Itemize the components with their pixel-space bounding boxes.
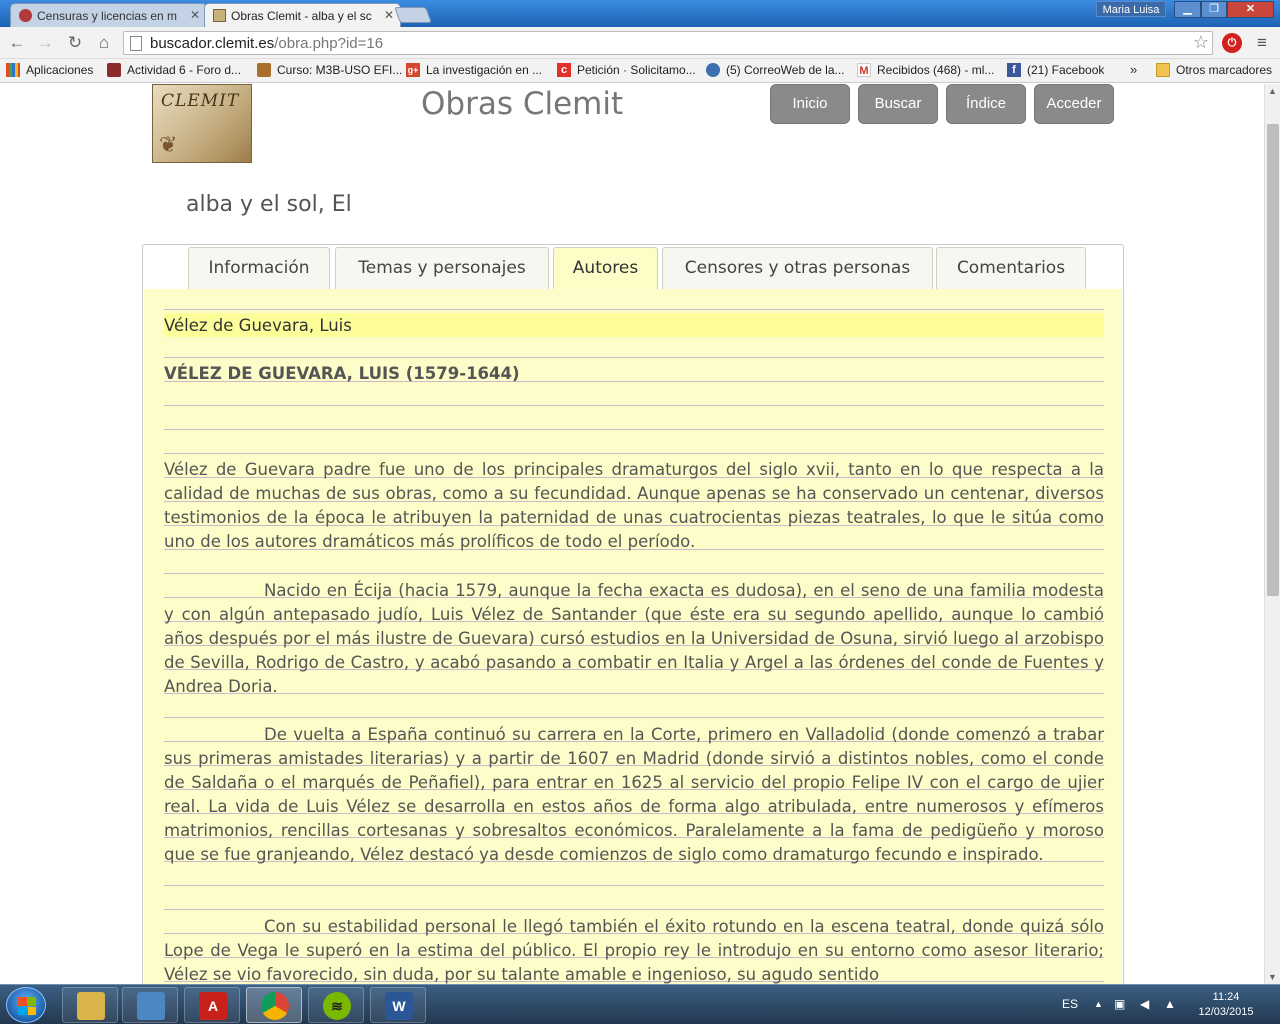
nav-acceder-button[interactable]: Acceder <box>1034 84 1114 124</box>
browser-tab-obras-clemit[interactable]: Obras Clemit - alba y el sc ✕ <box>204 3 401 27</box>
address-bar[interactable]: buscador.clemit.es/obra.php?id=16 ☆ <box>123 31 1213 55</box>
ornament-icon: ❦ <box>159 132 178 157</box>
browser-tab-title: Censuras y licencias en m <box>37 9 178 23</box>
browser-toolbar: ← → ↻ ⌂ buscador.clemit.es/obra.php?id=1… <box>0 27 1280 59</box>
page-viewport: CLEMIT ❦ Obras Clemit Inicio Buscar Índi… <box>0 84 1264 984</box>
facebook-icon: f <box>1007 63 1021 77</box>
scroll-thumb[interactable] <box>1267 124 1279 596</box>
page-icon <box>130 36 142 51</box>
scroll-down-arrow-icon[interactable]: ▼ <box>1268 972 1277 982</box>
tab-close-icon[interactable]: ✕ <box>190 8 200 22</box>
clemit-logo[interactable]: CLEMIT ❦ <box>152 84 252 163</box>
clemit-favicon-icon <box>213 9 226 22</box>
spotify-icon: ≋ <box>323 992 351 1020</box>
back-arrow-icon[interactable]: ← <box>6 33 28 53</box>
bookmark-aplicaciones[interactable]: Aplicaciones <box>6 63 93 77</box>
reload-icon[interactable]: ↻ <box>64 33 86 53</box>
bookmark-correoweb[interactable]: (5) CorreoWeb de la... <box>706 63 845 77</box>
network-icon[interactable]: ▣ <box>1114 997 1125 1011</box>
tab-censores-y-otras-personas[interactable]: Censores y otras personas <box>662 247 933 289</box>
bio-paragraph: Nacido en Écija (hacia 1579, aunque la f… <box>164 581 1104 696</box>
site-title: Obras Clemit <box>421 86 624 122</box>
bookmark-peticion[interactable]: c Petición · Solicitamo... <box>557 63 696 77</box>
bookmark-investigacion[interactable]: g+ La investigación en ... <box>406 63 542 77</box>
new-tab-button[interactable] <box>394 7 432 23</box>
change-org-icon: c <box>557 63 571 77</box>
bio-paragraph: Vélez de Guevara padre fue uno de los pr… <box>164 460 1104 551</box>
work-tab-panel: Información Temas y personajes Autores C… <box>142 244 1124 984</box>
taskbar-chrome[interactable] <box>246 987 302 1023</box>
apps-grid-icon <box>6 63 20 77</box>
window-close-button[interactable]: ✕ <box>1227 1 1274 18</box>
google-drive-icon[interactable]: ▲ <box>1164 997 1176 1011</box>
tab-temas-y-personajes[interactable]: Temas y personajes <box>335 247 549 289</box>
bio-paragraph: De vuelta a España continuó su carrera e… <box>164 725 1104 864</box>
mail-icon <box>706 63 720 77</box>
browser-tab-censuras[interactable]: Censuras y licencias en m ✕ <box>10 3 207 27</box>
logo-text: CLEMIT <box>161 91 240 111</box>
bookmark-gmail[interactable]: M Recibidos (468) - ml... <box>857 63 994 77</box>
google-plus-icon: g+ <box>406 63 420 77</box>
nav-indice-button[interactable]: Índice <box>946 84 1026 124</box>
tab-autores[interactable]: Autores <box>553 247 658 290</box>
taskbar-explorer[interactable] <box>62 987 118 1023</box>
browser-titlebar: Censuras y licencias en m ✕ Obras Clemit… <box>0 0 1280 27</box>
bookmarks-overflow-chevron[interactable]: » <box>1130 62 1137 77</box>
start-button[interactable] <box>6 987 46 1023</box>
tab-comentarios[interactable]: Comentarios <box>936 247 1086 289</box>
site-favicon-icon <box>19 9 32 22</box>
volume-icon[interactable]: ◀ <box>1140 997 1149 1011</box>
language-indicator[interactable]: ES <box>1062 997 1078 1011</box>
moodle-icon <box>257 63 271 77</box>
folder-icon <box>1156 63 1170 77</box>
gmail-icon: M <box>857 63 871 77</box>
explorer-icon <box>77 992 105 1020</box>
bookmark-star-icon[interactable]: ☆ <box>1193 32 1209 53</box>
nav-inicio-button[interactable]: Inicio <box>770 84 850 124</box>
taskbar-spotify[interactable]: ≋ <box>308 987 364 1023</box>
window-minimize-button[interactable]: ▁ <box>1174 1 1201 18</box>
adblock-extension-icon[interactable]: ⏻ <box>1222 33 1242 53</box>
bookmarks-bar: Aplicaciones Actividad 6 - Foro d... Cur… <box>0 59 1280 83</box>
taskbar-acrobat[interactable]: A <box>184 987 240 1023</box>
tab-close-icon[interactable]: ✕ <box>384 8 394 22</box>
moodle-icon <box>107 63 121 77</box>
home-icon[interactable]: ⌂ <box>93 33 115 53</box>
chrome-icon <box>261 992 289 1020</box>
clock-time: 11:24 <box>1212 991 1240 1003</box>
taskbar-clock[interactable]: 11:24 12/03/2015 <box>1186 990 1266 1020</box>
bookmark-folder-otros[interactable]: Otros marcadores <box>1156 63 1272 77</box>
bio-paragraph: Con su estabilidad personal le llegó tam… <box>164 917 1104 984</box>
chrome-menu-icon[interactable]: ≡ <box>1252 33 1272 53</box>
photo-viewer-icon <box>137 992 165 1020</box>
bookmark-curso-m3b[interactable]: Curso: M3B-USO EFI... <box>257 63 402 77</box>
address-url[interactable]: buscador.clemit.es/obra.php?id=16 <box>150 35 383 52</box>
browser-tab-title: Obras Clemit - alba y el sc <box>231 9 372 23</box>
windows-logo-icon <box>18 997 36 1015</box>
bookmark-actividad-6[interactable]: Actividad 6 - Foro d... <box>107 63 241 77</box>
taskbar-word[interactable]: W <box>370 987 426 1023</box>
word-icon: W <box>385 992 413 1020</box>
author-heading: VÉLEZ DE GUEVARA, LUIS (1579-1644) <box>164 364 520 383</box>
windows-taskbar: A ≋ W ES ▲ ▣ ◀ ▲ 11:24 12/03/2015 <box>0 984 1280 1024</box>
acrobat-icon: A <box>199 992 227 1020</box>
scroll-up-arrow-icon[interactable]: ▲ <box>1268 86 1277 96</box>
author-name[interactable]: Vélez de Guevara, Luis <box>164 314 1104 338</box>
nav-buscar-button[interactable]: Buscar <box>858 84 938 124</box>
page-title: alba y el sol, El <box>186 192 352 217</box>
tab-informacion[interactable]: Información <box>188 247 330 289</box>
profile-user-badge[interactable]: Maria Luisa <box>1096 1 1166 17</box>
taskbar-photo-viewer[interactable] <box>122 987 178 1023</box>
tray-expand-icon[interactable]: ▲ <box>1094 999 1103 1009</box>
bookmark-facebook[interactable]: f (21) Facebook <box>1007 63 1104 77</box>
tab-content-autores: Vélez de Guevara, Luis VÉLEZ DE GUEVARA,… <box>144 289 1122 984</box>
clock-date: 12/03/2015 <box>1198 1006 1254 1018</box>
window-maximize-button[interactable]: ❐ <box>1201 1 1227 18</box>
page-scrollbar[interactable]: ▲ ▼ <box>1264 84 1280 984</box>
forward-arrow-icon[interactable]: → <box>34 33 56 53</box>
